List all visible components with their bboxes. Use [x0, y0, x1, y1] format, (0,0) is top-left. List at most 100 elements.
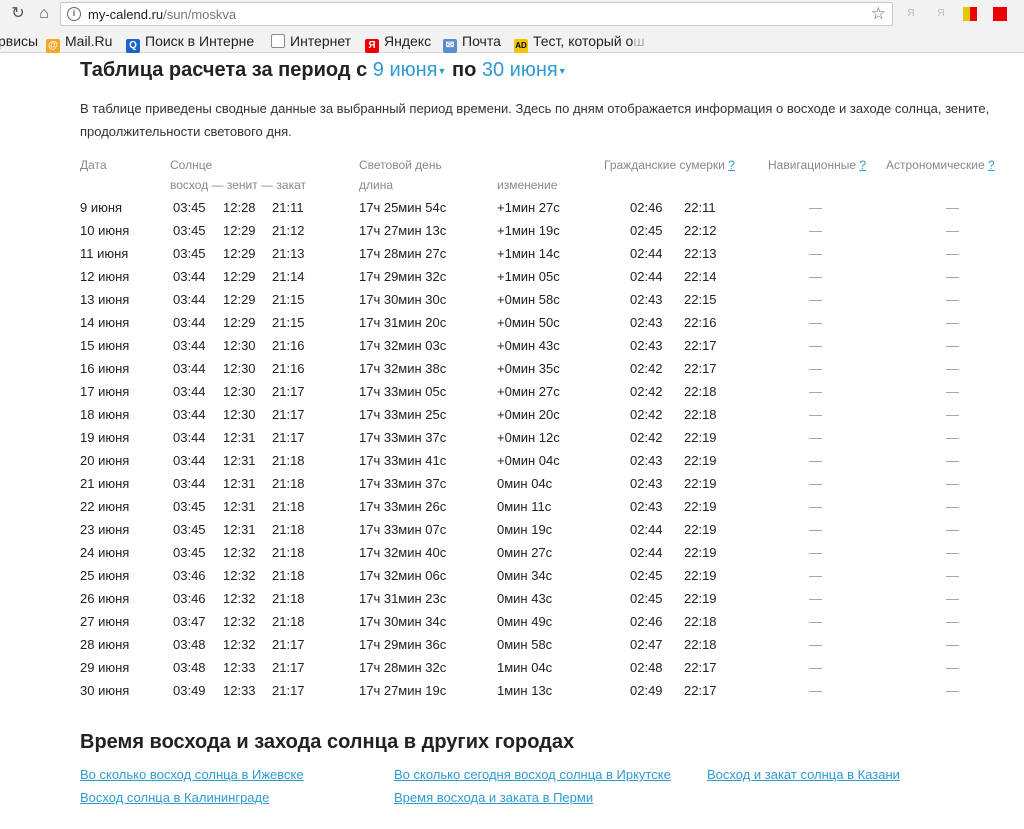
table-row: 14 июня 03:44 12:29 21:15 17ч 31мин 20с +0мин…: [0, 311, 1024, 334]
cell-zenith: 12:32: [223, 568, 256, 583]
cell-zenith: 12:30: [223, 338, 256, 353]
cell-astronomical: —: [946, 568, 959, 583]
cell-day-length: 17ч 25мин 54с: [359, 200, 447, 215]
cell-sunrise: 03:44: [173, 361, 206, 376]
cell-sunset: 21:18: [272, 453, 305, 468]
table-row: 20 июня 03:44 12:31 21:18 17ч 33мин 41с +0мин…: [0, 449, 1024, 472]
bookmark-star-icon[interactable]: ☆: [871, 4, 886, 24]
city-link-kazan[interactable]: Восход и закат солнца в Казани: [707, 767, 900, 782]
cell-zenith: 12:31: [223, 476, 256, 491]
cell-sunset: 21:18: [272, 568, 305, 583]
cell-day-length: 17ч 32мин 03с: [359, 338, 447, 353]
cell-change: 1мин 13с: [497, 683, 553, 698]
cell-zenith: 12:31: [223, 430, 256, 445]
cell-astronomical: —: [946, 200, 959, 215]
cell-zenith: 12:33: [223, 683, 256, 698]
cell-day-length: 17ч 30мин 34с: [359, 614, 447, 629]
cell-sunrise: 03:44: [173, 338, 206, 353]
bookmark-search[interactable]: Q Поиск в Интерне: [126, 32, 254, 53]
bookmark-yandex[interactable]: Я Яндекс: [365, 32, 431, 53]
city-link-irkutsk[interactable]: Во сколько сегодня восход солнца в Иркут…: [394, 767, 671, 782]
cell-nautical: —: [809, 384, 822, 399]
bookmark-mailru[interactable]: @ Mail.Ru: [46, 32, 112, 53]
cell-sunset: 21:14: [272, 269, 305, 284]
cell-astronomical: —: [946, 430, 959, 445]
home-icon[interactable]: ⌂: [34, 4, 54, 24]
cell-change: +1мин 19с: [497, 223, 560, 238]
cell-nautical: —: [809, 545, 822, 560]
cell-sunset: 21:17: [272, 430, 305, 445]
page-title: Таблица расчета за период с 9 июня▼ по 3…: [80, 59, 567, 81]
cell-astronomical: —: [946, 246, 959, 261]
cell-nautical: —: [809, 637, 822, 652]
help-link-astronomical[interactable]: ?: [988, 158, 995, 172]
cell-nautical: —: [809, 522, 822, 537]
cell-sunset: 21:17: [272, 407, 305, 422]
date-from-select[interactable]: 9 июня▼: [373, 59, 447, 81]
chevron-down-icon: ▼: [557, 66, 567, 76]
yandex-extension-icon-2[interactable]: Я: [933, 6, 949, 22]
cell-astronomical: —: [946, 683, 959, 698]
cell-zenith: 12:33: [223, 660, 256, 675]
url-text: my-calend.ru/sun/moskva: [88, 7, 237, 22]
date-to-select[interactable]: 30 июня▼: [482, 59, 567, 81]
cell-day-length: 17ч 33мин 37с: [359, 476, 447, 491]
table-row: 10 июня 03:45 12:29 21:12 17ч 27мин 13с +1мин…: [0, 219, 1024, 242]
header-sun-sub: восход — зенит — закат: [170, 178, 306, 192]
cell-day-length: 17ч 30мин 30с: [359, 292, 447, 307]
help-link-civil[interactable]: ?: [728, 158, 735, 172]
browser-toolbar: ↻ ⌂ i my-calend.ru/sun/moskva ☆ Я Я: [0, 0, 1024, 29]
cell-date: 11 июня: [80, 246, 129, 261]
cell-nautical: —: [809, 476, 822, 491]
cell-nautical: —: [809, 223, 822, 238]
table-row: 15 июня 03:44 12:30 21:16 17ч 32мин 03с +0мин…: [0, 334, 1024, 357]
cell-civil-end: 22:17: [684, 660, 717, 675]
bookmark-services[interactable]: рвисы: [0, 32, 38, 50]
cell-day-length: 17ч 32мин 38с: [359, 361, 447, 376]
cell-day-length: 17ч 33мин 07с: [359, 522, 447, 537]
bookmark-test[interactable]: AD Тест, который ош: [514, 32, 645, 53]
flag-extension-icon[interactable]: [963, 7, 977, 21]
table-row: 11 июня 03:45 12:29 21:13 17ч 28мин 27с +1мин…: [0, 242, 1024, 265]
cell-change: +1мин 27с: [497, 200, 560, 215]
cell-nautical: —: [809, 246, 822, 261]
info-icon[interactable]: i: [67, 7, 81, 21]
city-link-kaliningrad[interactable]: Восход солнца в Калининграде: [80, 790, 269, 805]
header-astronomical-twilight: Астрономические ?: [886, 158, 995, 172]
yandex-extension-icon[interactable]: Я: [903, 6, 919, 22]
cell-civil-end: 22:13: [684, 246, 717, 261]
cell-sunrise: 03:45: [173, 223, 206, 238]
help-link-nautical[interactable]: ?: [859, 158, 866, 172]
cell-civil-start: 02:43: [630, 499, 663, 514]
cell-civil-start: 02:42: [630, 384, 663, 399]
cell-change: +0мин 27с: [497, 384, 560, 399]
reload-icon[interactable]: ↻: [8, 4, 28, 24]
cell-day-length: 17ч 33мин 37с: [359, 430, 447, 445]
red-extension-icon[interactable]: [993, 7, 1007, 21]
address-bar[interactable]: i my-calend.ru/sun/moskva ☆: [60, 2, 893, 26]
cell-civil-end: 22:12: [684, 223, 717, 238]
cell-civil-end: 22:19: [684, 499, 717, 514]
cell-nautical: —: [809, 683, 822, 698]
header-length: длина: [359, 178, 394, 192]
city-link-perm[interactable]: Время восхода и заката в Перми: [394, 790, 593, 805]
search-icon: Q: [126, 39, 140, 53]
cell-civil-start: 02:42: [630, 407, 663, 422]
cell-sunset: 21:15: [272, 315, 305, 330]
cell-zenith: 12:29: [223, 246, 256, 261]
cell-sunset: 21:15: [272, 292, 305, 307]
cell-astronomical: —: [946, 522, 959, 537]
cell-date: 19 июня: [80, 430, 130, 445]
city-link-izhevsk[interactable]: Во сколько восход солнца в Ижевске: [80, 767, 304, 782]
bookmark-mail[interactable]: ✉ Почта: [443, 32, 501, 53]
cell-sunset: 21:18: [272, 499, 305, 514]
cell-civil-start: 02:44: [630, 522, 663, 537]
cell-astronomical: —: [946, 614, 959, 629]
cell-civil-end: 22:19: [684, 545, 717, 560]
cell-sunrise: 03:44: [173, 407, 206, 422]
bookmark-internet[interactable]: Интернет: [271, 32, 351, 50]
cell-day-length: 17ч 32мин 40с: [359, 545, 447, 560]
cell-change: 0мин 19с: [497, 522, 553, 537]
header-date: Дата: [80, 158, 107, 172]
cell-day-length: 17ч 33мин 05с: [359, 384, 447, 399]
